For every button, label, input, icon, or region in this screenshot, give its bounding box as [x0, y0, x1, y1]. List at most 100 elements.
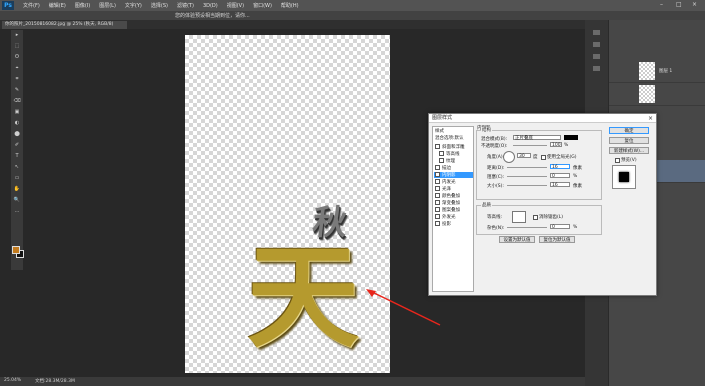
distance-slider[interactable] — [507, 167, 547, 168]
hand-tool-icon[interactable]: ✋ — [13, 186, 21, 193]
menu-file[interactable]: 文件(F) — [23, 2, 40, 9]
style-item-gradient-overlay[interactable]: 渐变叠加 — [435, 200, 472, 206]
blend-options-item[interactable]: 混合选项:默认 — [435, 136, 472, 142]
quick-select-tool-icon[interactable]: ⌖ — [13, 65, 21, 72]
zoom-level[interactable]: 25.04% — [4, 378, 21, 383]
distance-label: 距离(D): — [487, 166, 505, 171]
adjustments-icon[interactable] — [593, 54, 600, 59]
minimize-icon[interactable]: – — [660, 1, 663, 8]
shape-tool-icon[interactable]: ▭ — [13, 175, 21, 182]
noise-slider[interactable] — [507, 227, 547, 228]
distance-input[interactable]: 16 — [550, 164, 570, 170]
menu-window[interactable]: 窗口(W) — [253, 2, 272, 9]
choke-slider[interactable] — [507, 176, 547, 177]
zoom-tool-icon[interactable]: 🔍 — [13, 197, 21, 204]
checkbox[interactable] — [435, 221, 440, 226]
preview-checkbox[interactable] — [615, 158, 620, 163]
properties-icon[interactable] — [593, 42, 600, 47]
move-tool-icon[interactable]: ▸ — [13, 32, 21, 39]
global-light-checkbox[interactable] — [541, 155, 546, 160]
menu-filter[interactable]: 滤镜(T) — [177, 2, 194, 9]
shadow-color-swatch[interactable] — [564, 135, 578, 140]
maximize-icon[interactable]: □ — [676, 1, 682, 8]
layer-row[interactable] — [609, 83, 705, 106]
style-item-stroke[interactable]: 描边 — [435, 165, 472, 171]
checkbox[interactable] — [439, 158, 444, 163]
checkbox[interactable] — [435, 144, 440, 149]
angle-input[interactable]: 30 — [517, 153, 531, 159]
blend-mode-select[interactable]: 正片叠底 — [513, 135, 561, 141]
style-item-color-overlay[interactable]: 颜色叠加 — [435, 193, 472, 199]
eraser-tool-icon[interactable]: ⌫ — [13, 98, 21, 105]
opacity-slider[interactable] — [513, 145, 547, 146]
menu-select[interactable]: 选择(S) — [151, 2, 168, 9]
menu-type[interactable]: 文字(Y) — [125, 2, 142, 9]
style-item-outer-glow[interactable]: 外发光 — [435, 214, 472, 220]
style-label: 描边 — [442, 166, 451, 171]
dodge-tool-icon[interactable]: ◐ — [13, 120, 21, 127]
lasso-tool-icon[interactable]: ʘ — [13, 54, 21, 61]
checkbox[interactable] — [435, 207, 440, 212]
blur-tool-icon[interactable]: ⬤ — [13, 131, 21, 138]
opacity-input[interactable]: 100 — [550, 142, 562, 148]
contour-picker-icon[interactable] — [512, 211, 526, 223]
style-label: 内阴影 — [442, 173, 456, 178]
more-tools-icon[interactable]: … — [13, 208, 21, 215]
style-item-texture[interactable]: 纹理 — [439, 158, 476, 164]
dialog-close-icon[interactable]: × — [648, 114, 653, 123]
menu-3d[interactable]: 3D(D) — [203, 3, 218, 9]
menu-help[interactable]: 帮助(H) — [281, 2, 299, 9]
menu-edit[interactable]: 编辑(E) — [49, 2, 66, 9]
style-label: 等高线 — [446, 152, 460, 157]
angle-dial-icon[interactable] — [503, 151, 515, 163]
checkbox[interactable] — [435, 214, 440, 219]
checkbox[interactable] — [435, 165, 440, 170]
style-item-pattern-overlay[interactable]: 图案叠加 — [435, 207, 472, 213]
menu-bar: Ps 文件(F) 编辑(E) 图像(I) 图层(L) 文字(Y) 选择(S) 滤… — [0, 0, 705, 11]
marquee-tool-icon[interactable]: ⬚ — [13, 43, 21, 50]
noise-input[interactable]: 0 — [550, 224, 570, 230]
menu-image[interactable]: 图像(I) — [75, 2, 90, 9]
menu-layer[interactable]: 图层(L) — [99, 2, 116, 9]
cancel-button[interactable]: 复位 — [609, 137, 649, 144]
menu-view[interactable]: 视图(V) — [227, 2, 244, 9]
history-icon[interactable] — [593, 30, 600, 35]
pen-tool-icon[interactable]: ✐ — [13, 142, 21, 149]
close-icon[interactable]: × — [692, 1, 697, 8]
size-input[interactable]: 16 — [550, 182, 570, 188]
style-item-bevel[interactable]: 斜面和浮雕 — [435, 144, 472, 150]
layer-row[interactable]: 图层 1 — [609, 60, 705, 83]
style-label: 斜面和浮雕 — [442, 145, 465, 150]
style-preview-swatch — [619, 172, 629, 182]
new-style-button[interactable]: 新建样式(W)... — [609, 147, 649, 154]
checkbox[interactable] — [435, 179, 440, 184]
style-item-inner-glow[interactable]: 内发光 — [435, 179, 472, 185]
blend-mode-label: 混合模式(B): — [481, 137, 508, 142]
checkbox[interactable] — [435, 200, 440, 205]
style-item-inner-shadow[interactable]: 内阴影 — [434, 172, 473, 178]
layer-name: 图层 1 — [659, 69, 673, 74]
reset-default-button[interactable]: 复位为默认值 — [539, 236, 575, 243]
make-default-button[interactable]: 设置为默认值 — [499, 236, 535, 243]
style-item-drop-shadow[interactable]: 投影 — [435, 221, 472, 227]
path-select-tool-icon[interactable]: ↖ — [13, 164, 21, 171]
swatches-icon[interactable] — [593, 66, 600, 71]
document-tab[interactable]: 你的照片_20150816082.jpg @ 25% (秋天, RGB/8) — [2, 21, 127, 29]
gradient-tool-icon[interactable]: ▣ — [13, 109, 21, 116]
checkbox[interactable] — [435, 193, 440, 198]
size-slider[interactable] — [507, 185, 547, 186]
style-item-satin[interactable]: 光泽 — [435, 186, 472, 192]
checkbox[interactable] — [439, 151, 444, 156]
antialias-checkbox[interactable] — [533, 215, 538, 220]
type-tool-icon[interactable]: T — [13, 153, 21, 160]
brush-tool-icon[interactable]: ✎ — [13, 87, 21, 94]
crop-tool-icon[interactable]: ⌗ — [13, 76, 21, 83]
distance-unit: 像素 — [573, 166, 582, 171]
style-item-contour[interactable]: 等高线 — [439, 151, 476, 157]
checkbox[interactable] — [435, 186, 440, 191]
foreground-color-swatch[interactable] — [12, 246, 20, 254]
ok-button[interactable]: 确定 — [609, 127, 649, 134]
styles-header[interactable]: 样式 — [435, 129, 472, 135]
checkbox-checked[interactable] — [435, 172, 440, 177]
choke-input[interactable]: 0 — [550, 173, 570, 179]
